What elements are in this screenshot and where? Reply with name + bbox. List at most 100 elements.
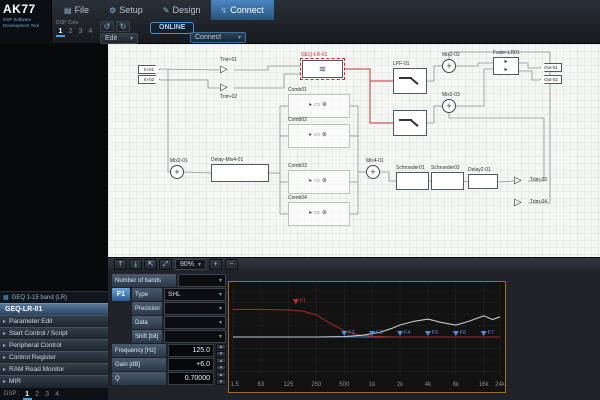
module-group-header: ▦ GEQ 1-15 band (LR) [0,291,108,303]
block-comb03[interactable]: ▸▭⊕Comb03 [288,170,350,194]
band-marker-label: F3 [376,330,382,336]
sidebar-item-geq-lr-01[interactable]: GEQ-LR-01 [0,303,108,315]
data-select[interactable]: ▾ [164,316,226,329]
x-tick-label: 500 [339,382,350,388]
schematic-canvas[interactable]: In-01In-02 ▷Trim-01 ▷Trim-02 ≋GEQ-LR-01 LPF-… [108,44,600,257]
dsp-core-1[interactable]: 1 [23,390,32,400]
online-button[interactable]: ONLINE [150,22,194,34]
redo-button[interactable]: ↻ [116,21,130,32]
block-mix4-01[interactable]: +Mix4-01 [366,165,380,179]
dsp-core-3[interactable]: 3 [76,27,85,37]
block-fader-lr01[interactable]: ▸ ▸Fader-LR01 [493,57,519,75]
edit-dropdown[interactable]: Edit ▾ [100,33,138,44]
dsp-core-4[interactable]: 4 [86,27,95,37]
block-comb01[interactable]: ▸▭⊕Comb01 [288,94,350,118]
dsp-core-4[interactable]: 4 [53,390,62,400]
chevron-right-icon: ▸ [3,354,6,361]
band-marker-label: F4 [404,330,410,336]
scroll-top-icon[interactable]: ⤒ [114,259,127,270]
precision-select[interactable]: ▾ [164,302,226,315]
block-in-02[interactable]: In-02 [138,75,160,84]
block-mix2-02[interactable]: +Mix2-02 [442,59,456,73]
block-trim-03[interactable]: ▷Trim-03 [514,175,528,187]
zoom-select[interactable]: 90% ▾ [175,259,206,270]
block-schroeder02[interactable]: Schroeder02 [431,172,464,190]
menu-file[interactable]: ▤File [54,0,99,20]
block-schroeder01[interactable]: Schroeder01 [396,172,429,190]
block-lpf-01[interactable]: LPF-01 [393,68,427,94]
eq-graph-svg: 31.5631252505001k2k4k8k16k24kF1F2F3F4F5F… [230,283,506,393]
dsp-core-2[interactable]: 2 [66,27,75,37]
core-tabs: 1234 [56,27,95,37]
shift-select[interactable]: ▾ [164,330,226,343]
scroll-bottom-icon[interactable]: ⤓ [129,259,142,270]
zoom-in-button[interactable]: + [209,259,222,270]
spin-down-icon[interactable]: ▾ [216,351,226,357]
spin-up-icon[interactable]: ▴ [216,372,226,378]
dsp-core-3[interactable]: 3 [43,390,52,400]
zoom-out-button[interactable]: − [225,259,238,270]
block-out-01[interactable]: Out-01 [540,63,562,72]
band-marker-label: F1 [300,298,306,304]
sidebar-item-mir[interactable]: ▸MIR [0,375,108,387]
menu-label: Connect [230,5,264,15]
q-spinner[interactable]: ▴ ▾ [216,372,226,385]
block-out-02[interactable]: Out-02 [540,75,562,84]
band-marker-icon [397,331,403,336]
frequency-field[interactable]: 125.0 [168,344,214,357]
band-tab-f1[interactable]: F1 [112,288,130,301]
block-geq-lr-01[interactable]: ≋GEQ-LR-01 [300,58,345,80]
module-icon: ▦ [3,294,9,301]
sidebar-item-ram-read-monitor[interactable]: ▸RAM Read Monitor [0,363,108,375]
spin-up-icon[interactable]: ▴ [216,344,226,350]
dsp-core-label: DSP Core [56,20,95,26]
block-mix2-01[interactable]: +Mix2-01 [170,165,184,179]
fit-page-icon[interactable]: ⇱ [144,259,157,270]
block-lpf-02[interactable] [393,110,427,136]
sidebar-item-parameter-edit[interactable]: ▸Parameter Edit [0,315,108,327]
sidebar-item-peripheral-control[interactable]: ▸Peripheral Control [0,339,108,351]
menu-setup[interactable]: ⚙Setup [99,0,153,20]
spin-down-icon[interactable]: ▾ [216,365,226,371]
frequency-spinner[interactable]: ▴ ▾ [216,344,226,357]
fit-selection-icon[interactable]: ⤢ [159,259,172,270]
block-label: Trim-01 [220,58,237,63]
q-field[interactable]: 0.70000 [168,372,214,385]
eq-response-graph[interactable]: 31.5631252505001k2k4k8k16k24kF1F2F3F4F5F… [228,281,506,393]
block-trim-01[interactable]: ▷Trim-01 [220,64,234,76]
mix-shape-icon: + [442,99,456,113]
chevron-right-icon: ▸ [3,366,6,373]
sidebar-item-start-control-script[interactable]: ▸Start Control / Script [0,327,108,339]
sidebar-item-control-register[interactable]: ▸Control Register [0,351,108,363]
connect-dropdown[interactable]: Connect ▾ [190,32,246,43]
block-in-01[interactable]: In-01 [138,65,160,74]
menu-connect[interactable]: ↯Connect [211,0,274,20]
canvas-toolbar: ⤒⤓⇱⤢ 90% ▾ + − [108,257,600,271]
block-comb02[interactable]: ▸▭⊕Comb02 [288,124,350,148]
block-trim-04[interactable]: ▷Trim-04 [514,197,528,209]
block-delay-mix4-01[interactable]: Delay-Mix4-01 [211,164,269,182]
type-select[interactable]: SHL ▾ [164,288,226,301]
sidebar-menu: ▸Parameter Edit▸Start Control / Script▸P… [0,315,108,387]
parameter-column: Number of bands ▾ F1 Type SHL ▾ Precisio… [112,274,226,386]
top-bar: AK77 DSP Software Development Tool ▤File… [0,0,600,44]
number-of-bands-select[interactable]: ▾ [178,274,226,287]
block-mix2-03[interactable]: +Mix2-03 [442,99,456,113]
block-delay2-01[interactable]: Delay2-01 [468,174,498,189]
shift-label: Shift [bit] [132,330,162,343]
x-tick-label: 63 [258,382,265,388]
block-trim-02[interactable]: ▷Trim-02 [220,82,234,94]
chevron-down-icon: ▾ [198,261,201,268]
block-comb04[interactable]: ▸▭⊕Comb04 [288,202,350,226]
gain-field[interactable]: +6.0 [168,358,214,371]
block-label: GEQ-LR-01 [301,53,327,58]
gain-spinner[interactable]: ▴ ▾ [216,358,226,371]
menu-design[interactable]: ✎Design [153,0,211,20]
spin-down-icon[interactable]: ▾ [216,379,226,385]
dsp-core-1[interactable]: 1 [56,27,65,37]
box-shape-icon [431,172,464,190]
undo-button[interactable]: ↺ [100,21,114,32]
spin-up-icon[interactable]: ▴ [216,358,226,364]
dsp-core-2[interactable]: 2 [33,390,42,400]
zoom-value: 90% [180,261,194,268]
